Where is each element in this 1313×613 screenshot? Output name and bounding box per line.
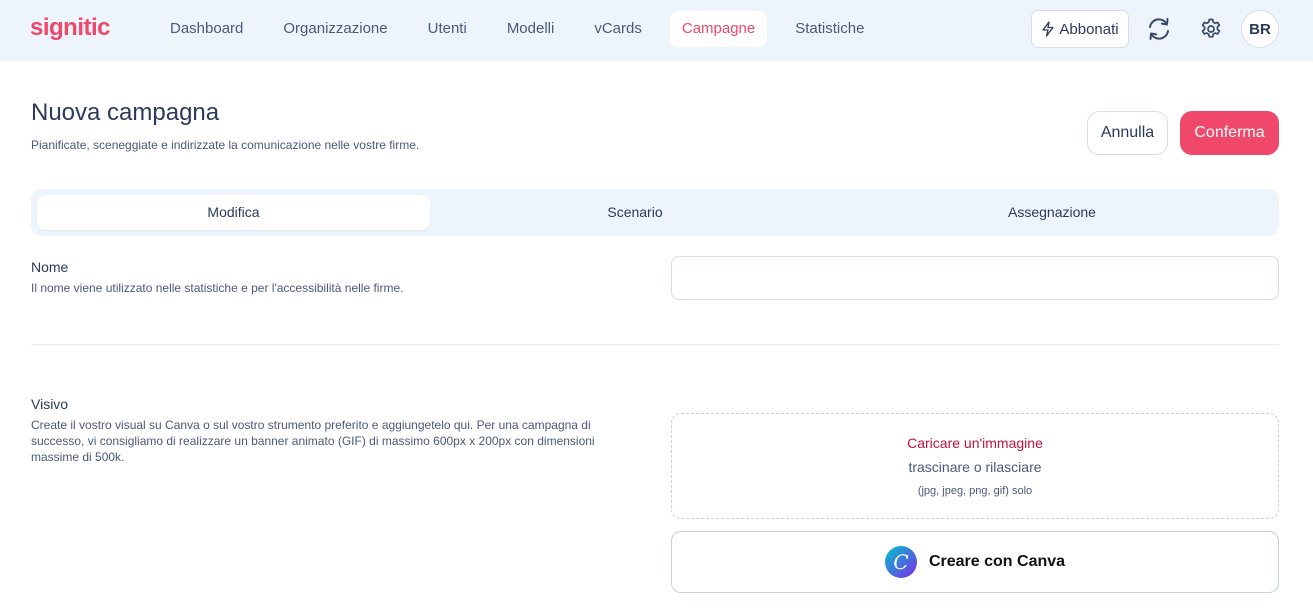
cancel-button[interactable]: Annulla — [1087, 111, 1168, 155]
signitic-logo[interactable]: signitic — [30, 14, 111, 42]
nav-item-campagne[interactable]: Campagne — [669, 11, 768, 47]
upload-image-link[interactable]: Caricare un'immagine — [672, 435, 1278, 451]
name-field-help: Il nome viene utilizzato nelle statistic… — [31, 281, 404, 295]
allowed-formats-hint: (jpg, jpeg, png, gif) solo — [917, 485, 1033, 497]
subscribe-label: Abbonati — [1059, 20, 1119, 38]
visual-field-help: Create il vostro visual su Canva o sul v… — [31, 418, 595, 464]
subscribe-button[interactable]: Abbonati — [1031, 10, 1129, 48]
user-avatar[interactable]: BR — [1241, 10, 1279, 48]
nav-item-dashboard[interactable]: Dashboard — [158, 11, 255, 47]
page-subtitle: Pianificate, sceneggiate e indirizzate l… — [31, 138, 420, 152]
visual-field-label: Visivo — [31, 396, 69, 412]
section-divider — [31, 344, 1279, 345]
drag-drop-hint: trascinare o rilasciare — [908, 459, 1042, 475]
page-title: Nuova campagna — [31, 99, 220, 126]
confirm-button[interactable]: Conferma — [1180, 111, 1279, 155]
campaign-tabs: Modifica Scenario Assegnazione — [31, 189, 1279, 236]
nav-item-organizzazione[interactable]: Organizzazione — [271, 11, 399, 47]
refresh-icon — [1149, 18, 1169, 40]
nav-item-utenti[interactable]: Utenti — [416, 11, 479, 47]
settings-button[interactable] — [1195, 13, 1227, 45]
create-with-canva-button[interactable]: C Creare con Canva — [671, 531, 1279, 593]
bolt-icon — [1042, 21, 1055, 37]
campaign-name-input[interactable] — [671, 256, 1279, 300]
top-navigation-bar: signitic Dashboard Organizzazione Utenti… — [0, 0, 1313, 61]
gear-icon — [1201, 18, 1221, 38]
canva-logo-icon: C — [884, 546, 917, 578]
sync-button[interactable] — [1143, 13, 1175, 45]
canva-button-label: Creare con Canva — [928, 553, 1066, 570]
nav-item-vcards[interactable]: vCards — [582, 11, 654, 47]
nav-item-modelli[interactable]: Modelli — [495, 11, 567, 47]
name-field-label: Nome — [31, 259, 69, 275]
image-dropzone[interactable]: Caricare un'immagine trascinare o rilasc… — [671, 413, 1279, 519]
nav-item-statistiche[interactable]: Statistiche — [783, 11, 876, 47]
tab-assegnazione[interactable]: Assegnazione — [846, 195, 1258, 230]
tab-scenario[interactable]: Scenario — [438, 195, 832, 230]
main-nav: Dashboard Organizzazione Utenti Modelli … — [158, 11, 892, 47]
tab-modifica[interactable]: Modifica — [37, 195, 430, 230]
